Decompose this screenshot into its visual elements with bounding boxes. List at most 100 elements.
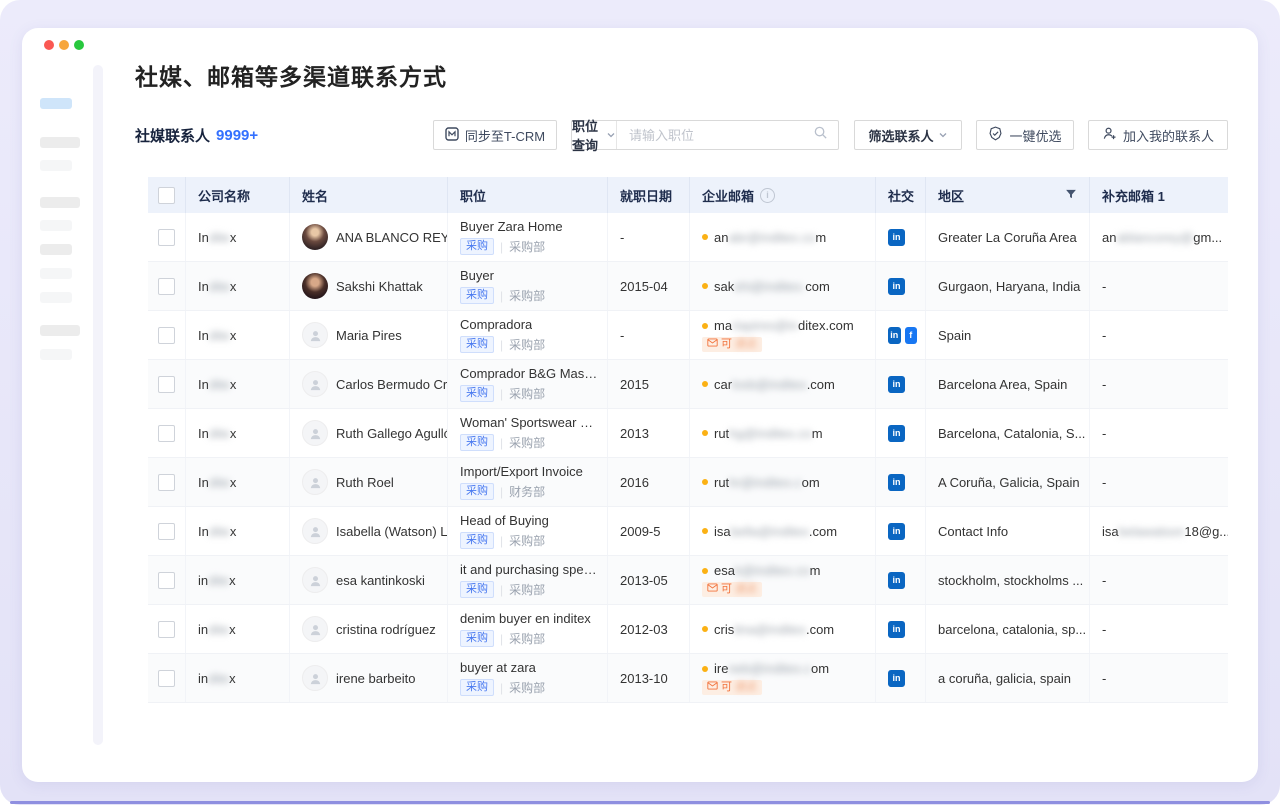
hire-date-cell: 2009-5 [608,507,690,555]
info-icon[interactable]: i [760,188,775,203]
filter-contacts-label: 筛选联系人 [868,126,933,145]
region-cell: Contact Info [926,507,1090,555]
region-cell: Barcelona Area, Spain [926,360,1090,408]
department-label: 采购部 [509,336,545,353]
toolbar: 社媒联系人 9999+ 同步至T-CRM 职位查询 [135,119,1228,151]
text-blurred: dite [209,230,230,245]
contact-name: Maria Pires [336,328,402,343]
deliverable-text: 可 [721,681,732,694]
position-search-input[interactable] [627,127,807,144]
text-visible: esa [714,563,735,578]
linkedin-icon[interactable]: in [888,278,905,295]
text-visible: cris [714,622,734,637]
position-tags: 采购|采购部 [460,238,545,255]
linkedin-icon[interactable]: in [888,572,905,589]
table-row: InditexCarlos Bermudo Cr...Comprador B&G… [148,360,1228,409]
sidebar-skeleton-item [40,160,72,171]
sidebar-skeleton-item [40,325,80,336]
row-checkbox[interactable] [158,376,175,393]
row-checkbox[interactable] [158,327,175,344]
header-hire-date: 就职日期 [608,177,690,213]
deliverable-text: 可 [721,338,732,351]
company-cell: Inditex [186,262,290,310]
contact-name: Carlos Bermudo Cr... [336,377,448,392]
text-visible: in [198,671,208,686]
facebook-icon[interactable]: f [905,327,918,344]
chevron-down-icon [606,128,616,143]
text-blurred: losb@inditex [732,377,807,392]
status-dot-icon [702,626,708,632]
region-cell: a coruña, galicia, spain [926,654,1090,702]
position-tags: 采购|财务部 [460,483,545,500]
row-checkbox[interactable] [158,621,175,638]
text-visible: car [714,377,732,392]
add-to-my-contacts-button[interactable]: 加入我的联系人 [1088,120,1228,150]
one-click-optimize-button[interactable]: 一键优选 [976,120,1074,150]
select-all-checkbox[interactable] [158,187,175,204]
row-checkbox[interactable] [158,425,175,442]
window-controls [44,40,84,50]
header-position: 职位 [448,177,608,213]
row-checkbox[interactable] [158,572,175,589]
sidebar-skeleton-item [40,292,72,303]
checkbox-cell [148,213,186,261]
avatar [302,371,328,397]
filter-contacts-button[interactable]: 筛选联系人 [854,120,962,150]
position-cell: Import/Export Invoice采购|财务部 [448,458,608,506]
linkedin-icon[interactable]: in [888,327,901,344]
linkedin-icon[interactable]: in [888,523,905,540]
hire-date-cell: 2016 [608,458,690,506]
sync-to-crm-button[interactable]: 同步至T-CRM [433,120,557,150]
position-title: Woman' Sportswear Bu... [460,415,599,430]
scrollbar-track[interactable] [93,65,103,745]
department-label: 财务部 [509,483,545,500]
table-row: InditexRuth RoelImport/Export Invoice采购|… [148,458,1228,507]
text-visible: x [230,524,237,539]
text-visible: x [230,475,237,490]
linkedin-icon[interactable]: in [888,621,905,638]
checkbox-cell [148,262,186,310]
extra-email-cell: - [1090,458,1228,506]
linkedin-icon[interactable]: in [888,376,905,393]
minimize-window-button[interactable] [59,40,69,50]
contact-name: Ruth Roel [336,475,394,490]
maximize-window-button[interactable] [74,40,84,50]
header-name: 姓名 [290,177,448,213]
email-line: cristina@inditex.com [702,622,834,637]
table-header-row: 公司名称 姓名 职位 就职日期 企业邮箱 i 社交 地区 补充邮箱 1 [148,177,1228,213]
department-label: 采购部 [509,238,545,255]
purchase-tag: 采购 [460,532,494,549]
purchase-tag: 采购 [460,630,494,647]
search-icon[interactable] [813,125,828,145]
divider: | [500,387,503,401]
company-cell: inditex [186,654,290,702]
row-checkbox[interactable] [158,670,175,687]
position-title: Head of Buying [460,513,549,528]
row-checkbox[interactable] [158,278,175,295]
linkedin-icon[interactable]: in [888,474,905,491]
frame-bottom-accent [10,801,1270,804]
row-checkbox[interactable] [158,474,175,491]
row-checkbox[interactable] [158,523,175,540]
region-cell: Spain [926,311,1090,359]
position-query-select[interactable]: 职位查询 [572,121,617,149]
company-cell: inditex [186,556,290,604]
outer-frame: 社媒、邮箱等多渠道联系方式 社媒联系人 9999+ 同步至T-CRM 职位查询 [0,0,1280,805]
table-row: inditexcristina rodríguezdenim buyer en … [148,605,1228,654]
text-visible: In [198,377,209,392]
social-cell: in [876,360,926,408]
linkedin-icon[interactable]: in [888,670,905,687]
department-label: 采购部 [509,679,545,696]
contact-name: Isabella (Watson) L... [336,524,448,539]
purchase-tag: 采购 [460,336,494,353]
email-cell: anabr@inditex.com [690,213,876,261]
close-window-button[interactable] [44,40,54,50]
avatar [302,420,328,446]
linkedin-icon[interactable]: in [888,229,905,246]
extra-email-cell: - [1090,262,1228,310]
filter-funnel-icon[interactable] [1065,188,1077,203]
row-checkbox[interactable] [158,229,175,246]
sidebar-skeleton-item [40,137,80,148]
table-row: inditexesa kantinkoskiit and purchasing … [148,556,1228,605]
linkedin-icon[interactable]: in [888,425,905,442]
